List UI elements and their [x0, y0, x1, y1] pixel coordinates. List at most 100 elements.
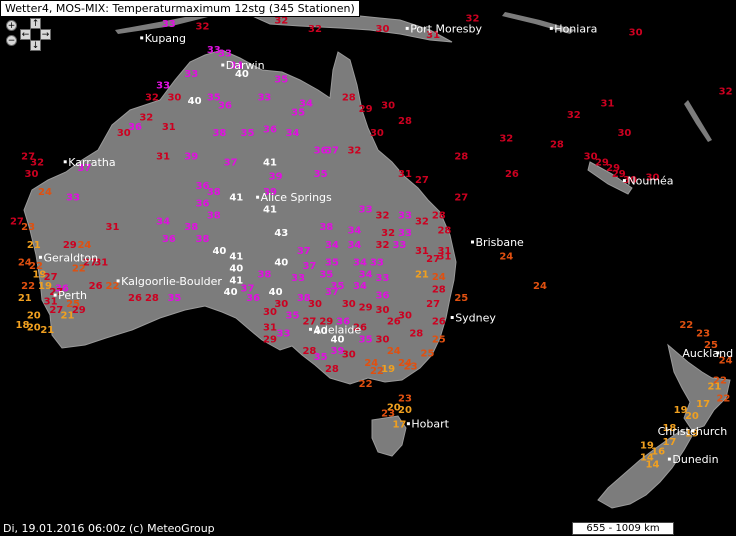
- station-temp: 33: [162, 19, 176, 30]
- arrow-right-icon[interactable]: →: [40, 29, 51, 40]
- station-temp: 31: [162, 122, 176, 133]
- station-temp: 39: [269, 172, 283, 183]
- station-temp: 36: [263, 124, 277, 135]
- station-temp: 33: [392, 240, 406, 251]
- place-label: Nouméa: [627, 175, 673, 188]
- station-temp: 28: [550, 140, 564, 151]
- station-temp: 20: [27, 323, 41, 334]
- place-label: Honiara: [554, 22, 597, 35]
- station-temp: 32: [381, 228, 395, 239]
- station-temp: 34: [347, 240, 361, 251]
- station-temp: 26: [89, 281, 103, 292]
- station-temp: 17: [392, 419, 406, 430]
- station-temp: 31: [601, 98, 615, 109]
- station-temp: 40: [212, 246, 226, 257]
- station-temp: 35: [286, 311, 300, 322]
- station-temp: 27: [44, 272, 58, 283]
- place-label: Darwin: [226, 59, 265, 72]
- station-temp: 41: [229, 252, 243, 263]
- station-temp: 40: [269, 287, 283, 298]
- station-temp: 34: [286, 128, 300, 139]
- zoom-out-icon[interactable]: −: [6, 35, 17, 46]
- station-temp: 30: [617, 128, 631, 139]
- place-label: Hobart: [411, 418, 449, 431]
- arrow-left-icon[interactable]: ←: [20, 29, 31, 40]
- station-temp: 25: [421, 349, 435, 360]
- station-temp: 36: [196, 199, 210, 210]
- zoom-in-icon[interactable]: +: [6, 20, 17, 31]
- station-temp: 31: [263, 323, 277, 334]
- station-temp: 25: [454, 293, 468, 304]
- arrow-up-icon[interactable]: ↑: [30, 18, 41, 29]
- station-temp: 29: [63, 240, 77, 251]
- place-label: Perth: [58, 289, 87, 302]
- station-temp: 31: [156, 151, 170, 162]
- station-temp: 22: [106, 281, 120, 292]
- station-temp: 21: [40, 325, 54, 336]
- station-temp: 30: [398, 311, 412, 322]
- place-marker: [450, 316, 454, 319]
- station-temp: 38: [207, 187, 221, 198]
- map-navigation: + − ↑ ← → ↓: [6, 18, 52, 56]
- station-temp: 33: [359, 205, 373, 216]
- place-label: Auckland: [682, 347, 733, 360]
- station-temp: 34: [325, 240, 339, 251]
- place-label: Geraldton: [44, 251, 99, 264]
- station-temp: 38: [319, 222, 333, 233]
- station-temp: 30: [381, 101, 395, 112]
- station-temp: 32: [415, 216, 429, 227]
- station-temp: 28: [409, 328, 423, 339]
- place-marker: [53, 293, 57, 297]
- place-marker: [140, 36, 144, 40]
- place-label: Alice Springs: [261, 191, 332, 204]
- station-temp: 21: [27, 240, 41, 251]
- station-temp: 32: [139, 113, 153, 124]
- map-canvas[interactable]: 33 32 32 303132303233333440333332 30 40 353633…: [0, 0, 736, 536]
- station-temp: 35: [167, 293, 181, 304]
- station-temp: 40: [224, 287, 238, 298]
- station-temp: 30: [117, 128, 131, 139]
- map-stage: 33 32 32 30 31 32 30 32 33 33 34 40 33 33 32 30 40 35 36 33…: [0, 0, 736, 536]
- station-temp: 33: [291, 273, 305, 284]
- station-temp: 28: [454, 151, 468, 162]
- map-title: Wetter4, MOS-MIX: Temperaturmaximum 12st…: [0, 0, 360, 17]
- station-temp: 21: [415, 269, 429, 280]
- station-temp: 30: [376, 334, 390, 345]
- station-temp: 35: [314, 169, 328, 180]
- station-temp: 30: [263, 307, 277, 318]
- station-temp: 33: [370, 258, 384, 269]
- station-temp: 32: [308, 24, 322, 35]
- station-temp: 35: [291, 108, 305, 119]
- station-temp: 23: [21, 222, 35, 233]
- station-temp: 38: [184, 222, 198, 233]
- station-temp: 37: [325, 146, 339, 157]
- station-temp: 28: [145, 293, 159, 304]
- station-temp: 28: [432, 210, 446, 221]
- station-temp: 24: [533, 281, 547, 292]
- place-marker: [406, 422, 410, 426]
- station-temp: 33: [156, 81, 170, 92]
- station-temp: 38: [257, 269, 271, 280]
- place-label: Kupang: [145, 32, 186, 45]
- station-temp: 35: [274, 75, 288, 86]
- station-temp: 32: [376, 240, 390, 251]
- station-temp: 25: [432, 334, 446, 345]
- station-temp: 17: [696, 399, 710, 410]
- arrow-down-icon[interactable]: ↓: [30, 40, 41, 51]
- station-temp: 36: [218, 101, 232, 112]
- station-temp: 34: [353, 281, 367, 292]
- station-temp: 23: [381, 409, 395, 420]
- station-temp: 35: [241, 128, 255, 139]
- place-marker: [63, 160, 67, 164]
- station-temp: 31: [437, 252, 451, 263]
- station-temp: 26: [505, 169, 519, 180]
- station-temp: 24: [77, 240, 91, 251]
- station-temp: 28: [342, 92, 356, 103]
- station-temp: 40: [229, 264, 243, 275]
- station-temp: 34: [359, 269, 373, 280]
- place-label: Kalgoorlie-Boulder: [121, 275, 222, 288]
- station-temp: 30: [342, 350, 356, 361]
- station-temp: 33: [184, 69, 198, 80]
- station-temp: 32: [719, 87, 733, 98]
- station-temp: 31: [398, 169, 412, 180]
